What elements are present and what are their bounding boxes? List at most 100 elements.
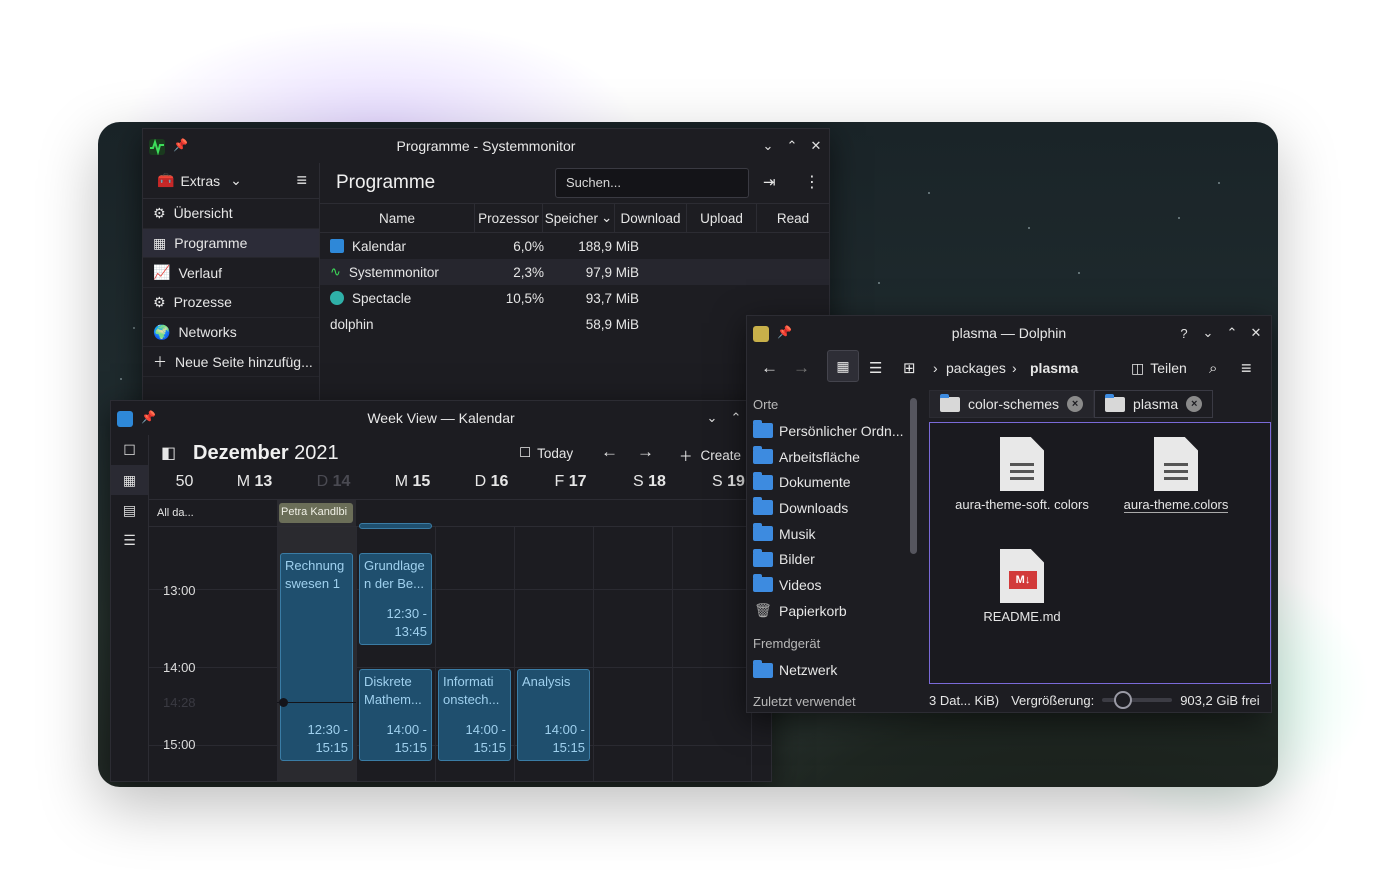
calendar-event-partial[interactable] [359,523,432,529]
maximize-icon[interactable]: ⌃ [785,138,799,153]
search-input[interactable]: Suchen... [555,168,749,198]
minimize-icon[interactable]: ⌄ [1201,325,1215,340]
details-view-icon[interactable]: ☰ [869,359,882,377]
place-videos[interactable]: Videos [747,572,923,598]
place-documents[interactable]: Dokumente [747,469,923,495]
sidebar-item-verlauf[interactable]: 📈 Verlauf [143,258,319,289]
calendar-event[interactable]: Rechnung swesen 1 12:30 - 15:15 [280,553,353,761]
dolphin-titlebar[interactable]: 📌 plasma — Dolphin ? ⌄ ⌃ ✕ [747,316,1271,350]
search-icon[interactable]: ⌕ [1209,360,1217,377]
split-view-button[interactable]: ◫ Teilen [1131,360,1187,377]
tab-color-schemes[interactable]: color-schemes × [929,390,1095,418]
close-tab-icon[interactable]: × [1067,396,1084,412]
zoom-slider-handle[interactable] [1114,691,1133,709]
file-item[interactable]: aura-theme-soft. colors [952,437,1092,512]
place-downloads[interactable]: Downloads [747,495,923,521]
systemmonitor-titlebar[interactable]: 📌 Programme - Systemmonitor ⌄ ⌃ ✕ [143,129,829,163]
pin-icon[interactable]: 📌 [141,410,156,424]
maximize-icon[interactable]: ⌃ [1225,325,1239,340]
sidebar-item-networks[interactable]: 🌍 Networks [143,318,319,348]
pin-icon[interactable]: 📌 [777,325,792,339]
kalendar-titlebar[interactable]: 📌 Week View — Kalendar ⌄ ⌃ [111,401,771,435]
overflow-menu-icon[interactable]: ⋮ [804,172,820,192]
next-week-icon[interactable]: → [637,442,654,462]
help-icon[interactable]: ? [1177,326,1191,341]
place-trash[interactable]: 🗑 Papierkorb [747,598,923,624]
column-header-download[interactable]: Download [615,204,687,232]
maximize-icon[interactable]: ⌃ [729,410,743,425]
close-tab-icon[interactable]: × [1186,396,1203,412]
place-label: Persönlicher Ordn... [779,422,904,439]
day-header[interactable]: S 18 [610,473,689,491]
back-icon[interactable]: ← [761,358,778,378]
sidebar-item-add-page[interactable]: ＋ Neue Seite hinzufüg... [143,347,319,378]
icon-view-icon[interactable]: ▦ [827,350,859,382]
close-icon[interactable]: ✕ [1249,325,1263,340]
create-button[interactable]: ＋ Create [679,445,741,465]
sidebar-item-uebersicht[interactable]: ⚙ Übersicht [143,199,319,229]
place-pictures[interactable]: Bilder [747,546,923,572]
home-folder-icon [753,420,773,439]
breadcrumb-plasma[interactable]: plasma [1030,360,1078,376]
day-header-today[interactable]: D 14 [294,473,373,491]
breadcrumb-packages[interactable]: packages [946,360,1006,376]
place-label: Videos [779,576,822,593]
tab-plasma[interactable]: plasma × [1094,390,1214,418]
column-header-name[interactable]: Name [320,204,475,232]
extras-menu-button[interactable]: 🧰 Extras ⌄ ≡ [143,163,319,199]
week-view-icon[interactable]: ▦ [111,465,148,495]
tasks-view-icon[interactable]: ☰ [111,525,148,555]
calendar-event[interactable]: Analysis 14:00 - 15:15 [517,669,590,761]
hamburger-menu-icon[interactable]: ≡ [1241,358,1252,379]
places-scrollbar[interactable] [910,398,917,554]
column-header-upload[interactable]: Upload [687,204,757,232]
today-button[interactable]: ☐ Today [519,445,573,461]
split-view-icon: ◫ [1131,359,1145,376]
close-icon[interactable]: ✕ [809,138,823,153]
zoom-slider[interactable] [1102,691,1173,709]
file-item[interactable]: aura-theme.colors [1106,437,1246,513]
place-music[interactable]: Musik [747,521,923,547]
day-header[interactable]: M 13 [215,473,294,491]
create-label: Create [700,447,742,463]
table-row[interactable]: Spectacle 10,5% 93,7 MiB [320,285,829,311]
day-header[interactable]: F 17 [531,473,610,491]
minimize-icon[interactable]: ⌄ [761,138,775,153]
column-header-cpu[interactable]: Prozessor [475,204,543,232]
chevron-down-icon: ⌄ [600,210,613,225]
calendar-event[interactable]: Grundlage n der Be... 12:30 - 13:45 [359,553,432,645]
table-row[interactable]: Kalendar 6,0% 188,9 MiB [320,233,829,259]
hamburger-menu-icon[interactable]: ≡ [296,170,307,191]
table-row[interactable]: ∿ Systemmonitor 2,3% 97,9 MiB [320,259,829,285]
breadcrumb-separator-icon: › [933,360,938,376]
all-day-event[interactable]: Petra Kandlbi [279,503,353,523]
forward-icon[interactable]: → [793,358,810,378]
sidebar-item-prozesse[interactable]: ⚙ Prozesse [143,288,319,318]
schedule-view-icon[interactable]: ▤ [111,495,148,525]
column-header-memory[interactable]: Speicher ⌄ [543,204,615,232]
sidebar-item-programme[interactable]: ▦ Programme [143,228,319,259]
calendar-event[interactable]: Diskrete Mathem... 14:00 - 15:15 [359,669,432,761]
previous-week-icon[interactable]: ← [601,442,618,462]
tree-view-icon[interactable]: ⊞ [903,359,916,377]
place-home[interactable]: Persönlicher Ordn... [747,418,923,444]
week-time-grid: 13:00 14:00 14:28 15:00 Rechnung swesen … [149,523,771,781]
file-item[interactable]: M↓ README.md [952,549,1092,624]
sidebar-toggle-icon[interactable]: ◧ [161,443,176,463]
month-view-icon[interactable]: ☐ [111,435,148,465]
text-file-icon [1154,437,1198,491]
day-number: 15 [412,473,431,490]
dolphin-tab-bar: color-schemes × plasma × [929,390,1271,420]
pin-icon[interactable]: 📌 [173,138,188,152]
place-network[interactable]: Netzwerk [747,658,923,684]
column-header-read[interactable]: Read [757,204,829,232]
day-header[interactable]: M 15 [373,473,452,491]
globe-icon: 🌍 [153,323,171,340]
place-desktop[interactable]: Arbeitsfläche [747,444,923,470]
time-label: 15:00 [163,737,196,752]
day-header[interactable]: D 16 [452,473,531,491]
calendar-event[interactable]: Informati onstech... 14:00 - 15:15 [438,669,511,761]
event-time: 14:00 - 15:15 [386,722,427,755]
export-icon[interactable]: ⇥ [763,173,776,191]
minimize-icon[interactable]: ⌄ [705,410,719,425]
